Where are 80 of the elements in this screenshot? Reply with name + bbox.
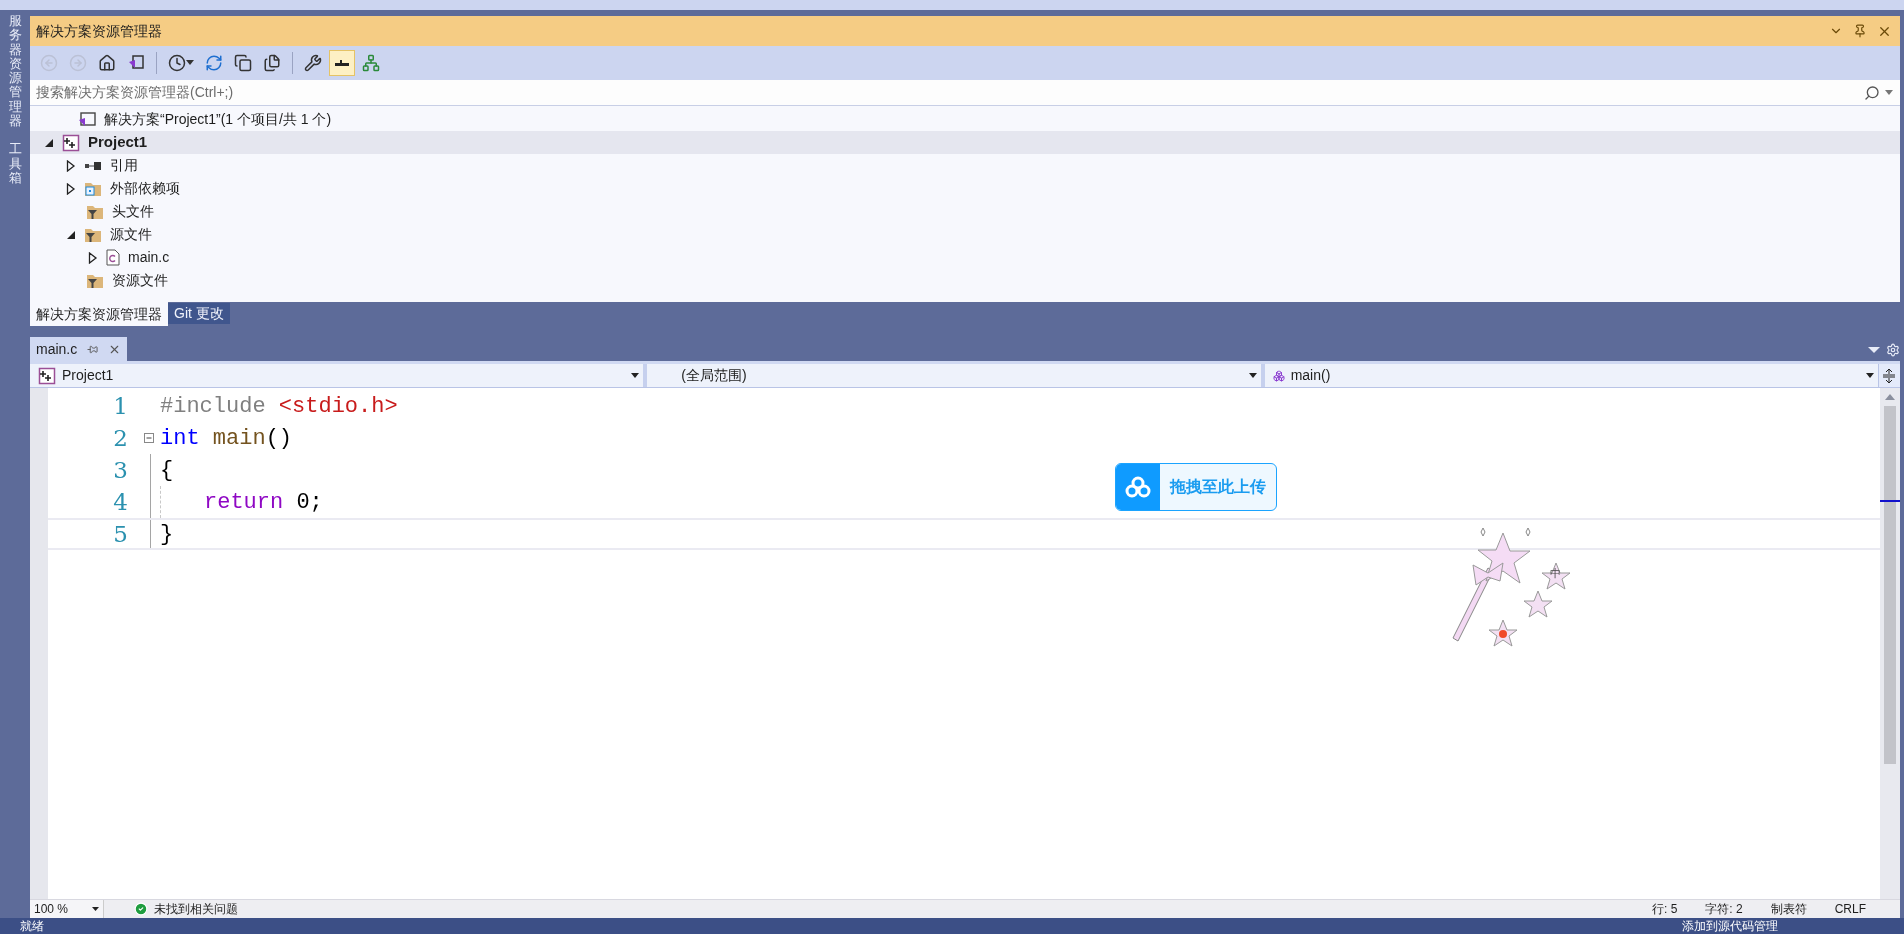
c-file-icon	[106, 249, 120, 266]
code-line: }	[159, 520, 174, 549]
pin-icon[interactable]	[87, 343, 99, 355]
check-icon	[134, 902, 148, 916]
cloud-icon	[1125, 476, 1151, 498]
editor-tab[interactable]: main.c	[30, 337, 128, 361]
sync-icon	[205, 54, 223, 72]
code-line: return 0;	[203, 488, 323, 517]
expanded-arrow-icon[interactable]	[66, 229, 76, 240]
line-number: 4	[112, 487, 128, 517]
status-field[interactable]: CRLF	[1820, 900, 1880, 918]
panel-tab[interactable]: Git 更改	[168, 303, 230, 324]
filter-folder-icon	[86, 203, 104, 220]
navigation-dropdown[interactable]: Project1	[30, 364, 644, 387]
solution-icon	[78, 111, 96, 128]
clock-icon	[168, 54, 186, 72]
zoom-dropdown[interactable]: 100 %	[30, 900, 104, 918]
tree-item[interactable]: 源文件	[30, 223, 1900, 246]
scroll-up-icon[interactable]	[1885, 394, 1895, 400]
caret-icon	[1866, 373, 1874, 378]
collapse-icon	[234, 54, 252, 72]
expanded-arrow-icon[interactable]	[44, 137, 54, 148]
caret-icon	[631, 373, 640, 378]
line-number: 2	[112, 423, 128, 453]
caret-icon[interactable]	[1868, 346, 1880, 354]
panel-tab[interactable]: 解决方案资源管理器	[30, 302, 168, 326]
caret-icon	[1884, 89, 1894, 96]
status-field[interactable]: 字符: 2	[1691, 900, 1757, 918]
filter-folder-icon	[84, 226, 102, 243]
fold-icon[interactable]	[144, 433, 154, 443]
status-field[interactable]: 制表符	[1756, 900, 1821, 918]
wrench-icon	[304, 54, 322, 72]
toolbar-button[interactable]	[329, 50, 355, 76]
search-icon	[1864, 84, 1880, 101]
method-icon	[1272, 369, 1285, 382]
issues-status[interactable]: 未找到相关问题	[154, 900, 238, 918]
collapsed-arrow-icon[interactable]	[66, 159, 76, 172]
tree-item[interactable]: Project1	[30, 131, 1900, 154]
home-icon	[98, 54, 116, 72]
diagram-icon	[362, 54, 380, 72]
collapsed-arrow-icon[interactable]	[66, 182, 76, 195]
code-line: {	[159, 456, 174, 485]
project-icon	[38, 366, 56, 385]
tree-item[interactable]: 引用	[30, 154, 1900, 177]
split-button[interactable]	[1878, 364, 1900, 387]
files-icon	[263, 54, 281, 72]
solution-label[interactable]: 解决方案“Project1”(1 个项目/共 1 个)	[104, 109, 332, 130]
caret-icon	[92, 907, 99, 911]
collapsed-arrow-icon[interactable]	[88, 251, 98, 264]
source-control-button[interactable]: 添加到源代码管理	[1682, 917, 1778, 934]
scrollbar-thumb[interactable]	[1884, 406, 1896, 764]
window-icon	[127, 54, 145, 72]
settings-icon[interactable]	[1886, 343, 1900, 357]
tree-item[interactable]: 外部依赖项	[30, 177, 1900, 200]
line-number: 5	[112, 519, 128, 549]
pin-icon[interactable]	[1853, 24, 1867, 38]
code-line: #include <stdio.h>	[159, 392, 398, 421]
line-number: 1	[112, 391, 128, 421]
tree-item[interactable]: main.c	[30, 246, 1900, 269]
forward-icon	[69, 54, 87, 72]
side-tab[interactable]: 工具箱	[8, 142, 22, 186]
ime-indicator: 中	[1550, 568, 1561, 579]
status-text: 就绪	[20, 918, 44, 934]
caret-icon	[1248, 373, 1257, 378]
tree-item[interactable]: 头文件	[30, 200, 1900, 223]
split-icon	[1882, 367, 1897, 384]
reference-icon	[84, 160, 102, 171]
panel-title: 解决方案资源管理器	[36, 21, 163, 41]
project-icon	[62, 133, 80, 152]
line-number: 3	[112, 455, 128, 485]
code-line: int main()	[159, 424, 293, 453]
search-field[interactable]: 搜索解决方案资源管理器(Ctrl+;)	[36, 82, 1864, 103]
back-icon	[40, 54, 58, 72]
filter-folder-icon	[86, 272, 104, 289]
folder-icon	[84, 180, 102, 197]
caret-icon	[186, 60, 194, 66]
side-tab[interactable]: 服务器资源管理器	[8, 14, 22, 129]
search-bar[interactable]: 搜索解决方案资源管理器(Ctrl+;)	[30, 80, 1900, 106]
status-field[interactable]: 行: 5	[1637, 900, 1692, 918]
tree-item[interactable]: 资源文件	[30, 269, 1900, 292]
